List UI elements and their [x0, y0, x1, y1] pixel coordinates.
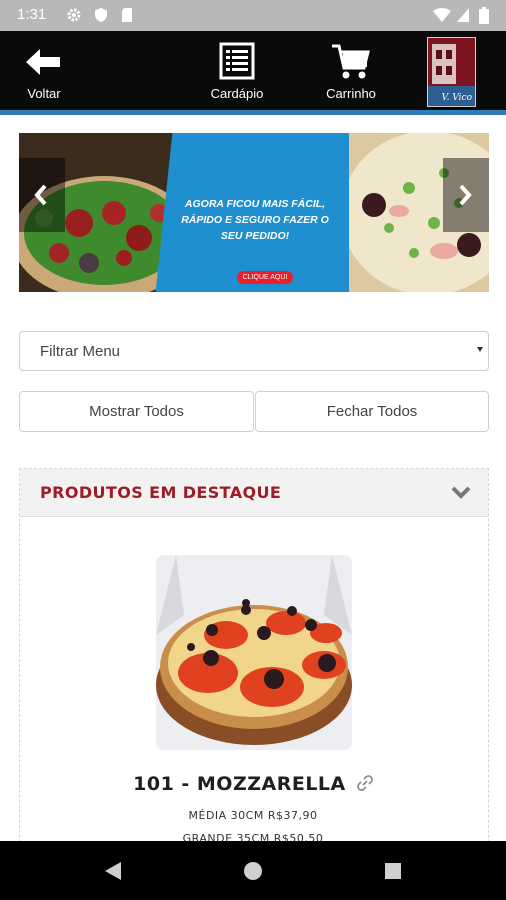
header-divider [0, 110, 506, 115]
back-button[interactable]: Voltar [14, 31, 74, 110]
menu-list-icon [219, 42, 255, 80]
featured-products-header[interactable]: PRODUTOS EM DESTAQUE [20, 469, 488, 517]
filter-menu-label: Filtrar Menu [40, 343, 121, 360]
banner-cta-button[interactable]: CLIQUE AQUI [237, 271, 293, 284]
settings-icon [67, 8, 81, 22]
cell-signal-icon [457, 8, 469, 22]
battery-icon [479, 7, 489, 24]
system-navigation-bar [0, 841, 506, 900]
wifi-icon [433, 8, 451, 22]
filter-menu-select[interactable]: Filtrar Menu [19, 331, 489, 371]
cart-button[interactable]: Carrinho [318, 31, 384, 110]
app-header: Voltar Cardápio Carrinho V. Vico [0, 31, 506, 110]
close-all-button[interactable]: Fechar Todos [255, 391, 489, 432]
dropdown-caret-icon [477, 347, 483, 352]
product-price-medium: MÉDIA 30CM R$37,90 [188, 809, 318, 822]
shield-icon [95, 8, 107, 22]
app-screen: 1:31 Voltar Cardápio Carrinho V. Vico AG… [0, 0, 506, 900]
shopping-cart-icon [332, 44, 370, 79]
product-name[interactable]: 101 - MOZZARELLA [0, 773, 506, 795]
banner-headline: AGORA FICOU MAIS FÁCIL, RÁPIDO E SEGURO … [181, 198, 329, 242]
logo-text: V. Vico [441, 93, 472, 103]
sd-card-icon [122, 8, 132, 22]
carousel-prev-button[interactable] [19, 158, 65, 232]
status-time: 1:31 [17, 6, 47, 23]
featured-products-title: PRODUTOS EM DESTAQUE [40, 483, 282, 502]
carousel-next-button[interactable] [443, 158, 489, 232]
show-all-button[interactable]: Mostrar Todos [19, 391, 254, 432]
status-bar: 1:31 [0, 0, 506, 31]
home-nav-icon[interactable] [243, 861, 263, 881]
back-label: Voltar [27, 86, 61, 101]
back-nav-icon[interactable] [103, 861, 123, 881]
recents-nav-icon[interactable] [384, 862, 402, 880]
cart-label: Carrinho [326, 86, 376, 101]
restaurant-logo: V. Vico [427, 37, 476, 107]
menu-button[interactable]: Cardápio [202, 31, 272, 110]
link-icon[interactable] [357, 775, 373, 791]
chevron-left-icon [34, 184, 47, 206]
menu-label: Cardápio [210, 86, 264, 101]
chevron-down-icon [451, 486, 471, 499]
product-image[interactable] [156, 555, 352, 750]
product-name-text: 101 - MOZZARELLA [133, 773, 346, 795]
chevron-right-icon [459, 184, 472, 206]
arrow-left-icon [26, 49, 60, 75]
promo-banner[interactable]: AGORA FICOU MAIS FÁCIL, RÁPIDO E SEGURO … [19, 133, 489, 292]
